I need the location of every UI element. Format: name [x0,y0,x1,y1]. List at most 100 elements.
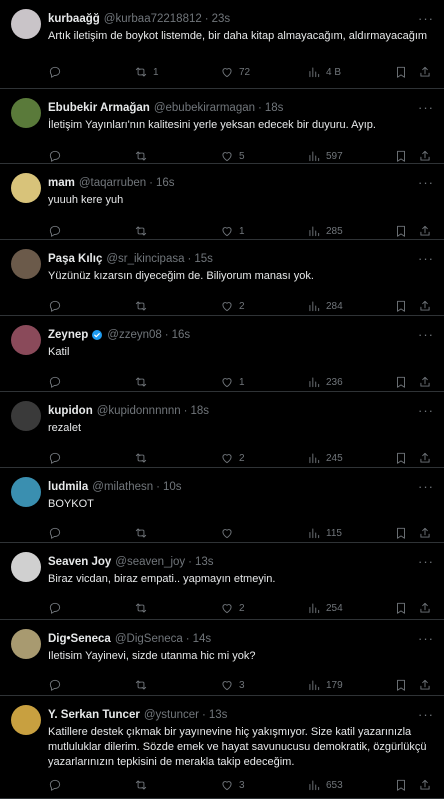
author-handle[interactable]: @DigSeneca [115,633,183,645]
reply-button[interactable] [48,149,67,163]
share-button[interactable] [418,65,432,79]
retweet-button[interactable] [134,678,153,692]
author-name[interactable]: Zeynep [48,329,88,341]
tweet[interactable]: Dig•Seneca @DigSeneca · 14s ··· Iletisim… [0,620,444,696]
like-button[interactable] [220,526,239,540]
more-icon[interactable]: ··· [418,707,434,722]
more-icon[interactable]: ··· [418,631,434,646]
avatar[interactable] [11,173,41,203]
avatar[interactable] [11,249,41,279]
author-name[interactable]: Ebubekir Armağan [48,102,150,114]
timestamp[interactable]: 16s [172,329,191,341]
views-button[interactable]: 245 [307,451,343,465]
author-handle[interactable]: @milathesn [92,481,153,493]
avatar[interactable] [11,477,41,507]
timestamp[interactable]: 23s [212,13,231,25]
tweet[interactable]: mam @taqarruben · 16s ··· yuuuh kere yuh… [0,164,444,240]
tweet[interactable]: Ebubekir Armağan @ebubekirarmagan · 18s … [0,89,444,164]
author-handle[interactable]: @ebubekirarmagan [154,102,255,114]
retweet-button[interactable] [134,375,153,389]
share-button[interactable] [418,678,432,692]
retweet-button[interactable] [134,601,153,615]
avatar[interactable] [11,98,41,128]
author-name[interactable]: mam [48,177,75,189]
bookmark-button[interactable] [394,451,408,465]
views-button[interactable]: 285 [307,224,343,238]
share-button[interactable] [418,299,432,313]
retweet-button[interactable] [134,526,153,540]
more-icon[interactable]: ··· [418,100,434,115]
timestamp[interactable]: 14s [193,633,212,645]
author-handle[interactable]: @kurbaa72218812 [104,13,202,25]
reply-button[interactable] [48,299,67,313]
tweet[interactable]: Zeynep @zzeyn08 · 16s ··· Katil 1 236 [0,316,444,392]
avatar[interactable] [11,552,41,582]
share-button[interactable] [418,224,432,238]
bookmark-button[interactable] [394,601,408,615]
bookmark-button[interactable] [394,149,408,163]
reply-button[interactable] [48,601,67,615]
timestamp[interactable]: 15s [194,253,213,265]
author-name[interactable]: Paşa Kılıç [48,253,102,265]
timestamp[interactable]: 13s [195,556,214,568]
tweet[interactable]: kurbaağğ @kurbaa72218812 · 23s ··· Artık… [0,0,444,89]
reply-button[interactable] [48,526,67,540]
retweet-button[interactable] [134,778,153,792]
author-handle[interactable]: @seaven_joy [115,556,185,568]
bookmark-button[interactable] [394,375,408,389]
views-button[interactable]: 4 B [307,65,341,79]
share-button[interactable] [418,778,432,792]
tweet[interactable]: Paşa Kılıç @sr_ikincipasa · 15s ··· Yüzü… [0,240,444,316]
like-button[interactable]: 72 [220,65,250,79]
avatar[interactable] [11,325,41,355]
author-handle[interactable]: @zzeyn08 [107,329,162,341]
more-icon[interactable]: ··· [418,479,434,494]
timestamp[interactable]: 16s [156,177,175,189]
bookmark-button[interactable] [394,678,408,692]
retweet-button[interactable] [134,451,153,465]
like-button[interactable]: 5 [220,149,245,163]
more-icon[interactable]: ··· [418,175,434,190]
author-name[interactable]: kurbaağğ [48,13,100,25]
like-button[interactable]: 2 [220,601,245,615]
like-button[interactable]: 2 [220,299,245,313]
author-name[interactable]: Seaven Joy [48,556,111,568]
reply-button[interactable] [48,778,67,792]
author-name[interactable]: ludmila [48,481,88,493]
share-button[interactable] [418,451,432,465]
like-button[interactable]: 3 [220,778,245,792]
reply-button[interactable] [48,678,67,692]
more-icon[interactable]: ··· [418,11,434,26]
retweet-button[interactable] [134,149,153,163]
timestamp[interactable]: 13s [209,709,228,721]
like-button[interactable]: 1 [220,375,245,389]
timestamp[interactable]: 18s [191,405,210,417]
share-button[interactable] [418,149,432,163]
more-icon[interactable]: ··· [418,554,434,569]
reply-button[interactable] [48,224,67,238]
share-button[interactable] [418,526,432,540]
share-button[interactable] [418,375,432,389]
retweet-button[interactable] [134,299,153,313]
author-name[interactable]: kupidon [48,405,93,417]
more-icon[interactable]: ··· [418,327,434,342]
reply-button[interactable] [48,451,67,465]
views-button[interactable]: 597 [307,149,343,163]
like-button[interactable]: 2 [220,451,245,465]
avatar[interactable] [11,629,41,659]
more-icon[interactable]: ··· [418,403,434,418]
tweet[interactable]: ludmila @milathesn · 10s ··· BOYKOT 115 [0,468,444,543]
views-button[interactable]: 284 [307,299,343,313]
timestamp[interactable]: 10s [163,481,182,493]
timestamp[interactable]: 18s [265,102,284,114]
share-button[interactable] [418,601,432,615]
bookmark-button[interactable] [394,778,408,792]
tweet[interactable]: Y. Serkan Tuncer @ystuncer · 13s ··· Kat… [0,696,444,799]
author-name[interactable]: Y. Serkan Tuncer [48,709,140,721]
like-button[interactable]: 3 [220,678,245,692]
retweet-button[interactable]: 1 [134,65,159,79]
bookmark-button[interactable] [394,299,408,313]
author-handle[interactable]: @taqarruben [79,177,146,189]
bookmark-button[interactable] [394,224,408,238]
bookmark-button[interactable] [394,65,408,79]
